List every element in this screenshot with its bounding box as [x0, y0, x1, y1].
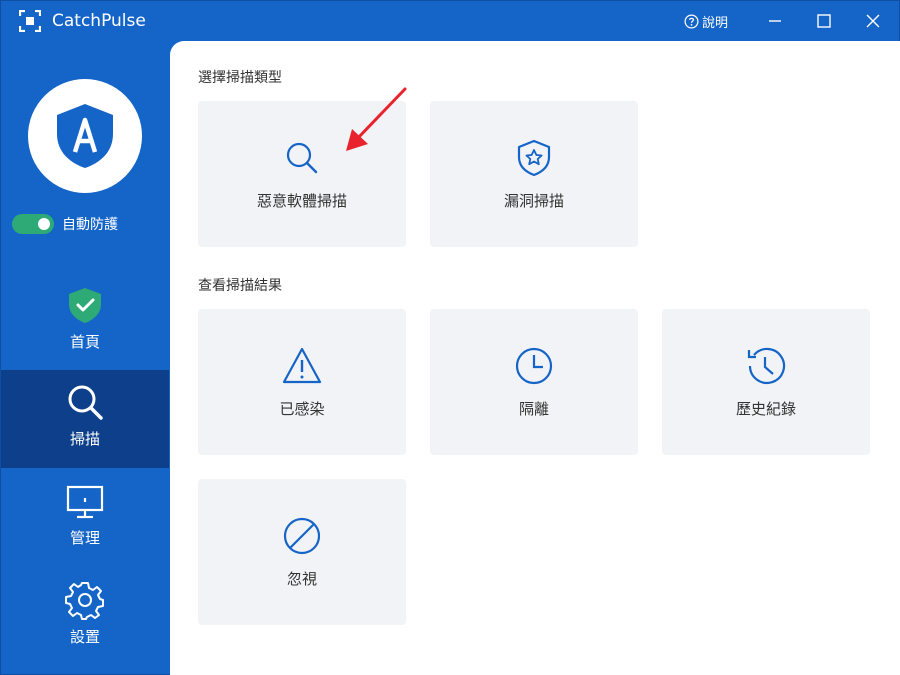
- warning-icon: [282, 347, 322, 384]
- history-icon: [747, 347, 786, 385]
- minimize-button[interactable]: [763, 9, 787, 33]
- malware-scan-card[interactable]: 惡意軟體掃描: [198, 101, 406, 247]
- nav-item-settings[interactable]: 設置: [1, 568, 169, 666]
- nav-item-label: 首頁: [69, 333, 100, 351]
- card-label: 漏洞掃描: [503, 192, 564, 210]
- auto-protect-label: 自動防護: [62, 217, 118, 233]
- section-title-scan-type: 選擇掃描類型: [198, 70, 282, 86]
- help-label: 說明: [702, 15, 729, 31]
- quarantine-card[interactable]: 隔離: [430, 309, 638, 455]
- toggle-knob: [38, 218, 50, 230]
- shield-a-icon: [57, 104, 113, 168]
- protection-status-badge: [28, 79, 142, 193]
- shield-star-icon: [517, 139, 551, 177]
- vulnerability-scan-card[interactable]: 漏洞掃描: [430, 101, 638, 247]
- card-label: 隔離: [518, 400, 549, 418]
- card-label: 惡意軟體掃描: [256, 192, 347, 210]
- nav-item-manage[interactable]: 管理: [1, 469, 169, 567]
- help-button[interactable]: 說明: [684, 12, 729, 31]
- shield-check-icon: [69, 288, 101, 323]
- infected-card[interactable]: 已感染: [198, 309, 406, 455]
- app-logo-icon: [19, 10, 41, 32]
- app-window: CatchPulse 說明 自動防護 首頁 掃描 管理 設置 選擇掃描類型 惡意…: [0, 0, 900, 675]
- app-title: CatchPulse: [52, 11, 146, 31]
- nav-item-label: 設置: [69, 628, 100, 646]
- auto-protect-toggle[interactable]: 自動防護: [12, 214, 118, 234]
- search-icon: [68, 385, 103, 420]
- main-content: 選擇掃描類型 惡意軟體掃描 漏洞掃描 查看掃描結果 已感染 隔離 歷史紀錄 忽視: [170, 41, 900, 675]
- card-label: 歷史紀錄: [735, 400, 796, 418]
- card-label: 忽視: [286, 570, 317, 588]
- clock-icon: [515, 347, 553, 385]
- nav-item-label: 管理: [69, 529, 100, 547]
- help-icon: [684, 14, 699, 28]
- nav-item-scan[interactable]: 掃描: [1, 370, 169, 468]
- search-icon: [286, 142, 318, 174]
- monitor-icon: [66, 485, 104, 519]
- gear-icon: [65, 582, 104, 620]
- block-icon: [283, 517, 321, 555]
- close-button[interactable]: [861, 9, 885, 33]
- history-card[interactable]: 歷史紀錄: [662, 309, 870, 455]
- maximize-button[interactable]: [812, 9, 836, 33]
- section-title-scan-results: 查看掃描結果: [198, 278, 282, 294]
- minimize-icon: [769, 20, 781, 22]
- auto-protect-switch[interactable]: [12, 214, 54, 234]
- title-bar: CatchPulse 說明: [1, 1, 899, 41]
- close-icon: [866, 14, 880, 28]
- card-label: 已感染: [279, 400, 325, 418]
- ignore-card[interactable]: 忽視: [198, 479, 406, 625]
- sidebar: 自動防護 首頁 掃描 管理 設置: [1, 41, 169, 675]
- maximize-icon: [817, 14, 831, 28]
- nav-item-label: 掃描: [69, 430, 100, 448]
- nav-item-home[interactable]: 首頁: [1, 273, 169, 371]
